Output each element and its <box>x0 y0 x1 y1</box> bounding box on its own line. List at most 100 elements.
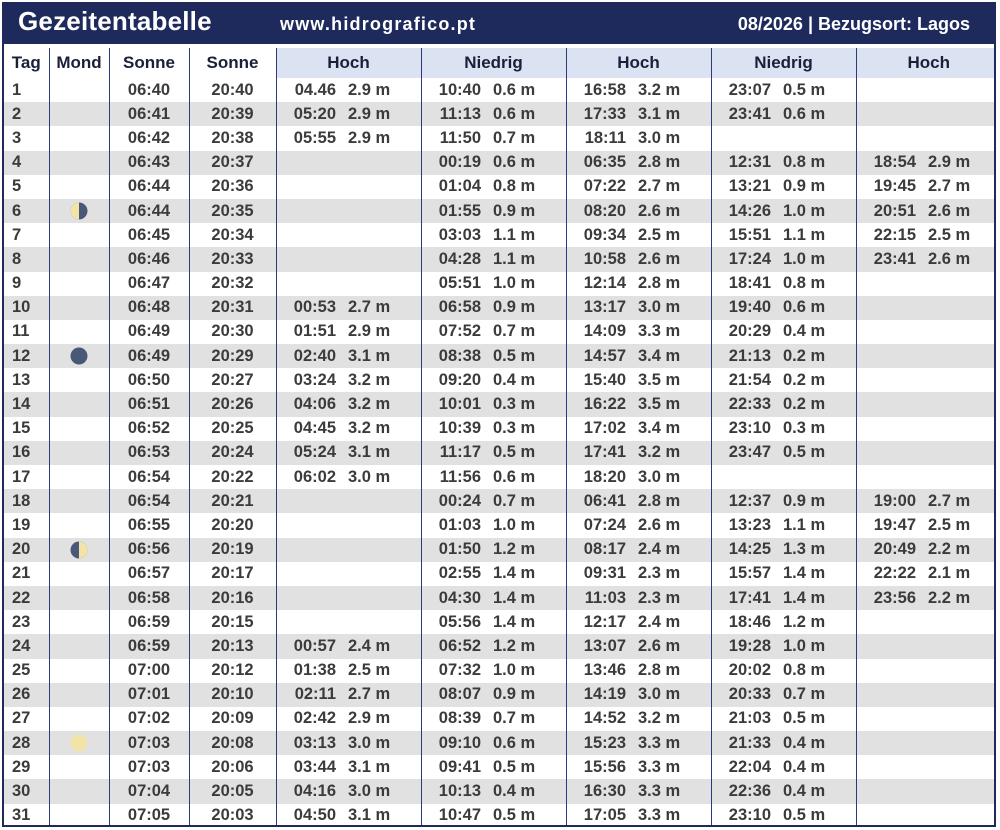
high-1-height-cell: 2.9 m <box>348 709 391 728</box>
header-low-2: Niedrig <box>710 48 856 78</box>
low-1-height-cell: 0.5 m <box>489 344 566 369</box>
high-3-time-cell: 20:51 <box>855 198 924 224</box>
high-2-time-cell: 10:58 <box>565 247 634 272</box>
low-2-height-cell: 0.4 m <box>783 757 826 776</box>
high-3-time-cell <box>855 440 924 465</box>
table-row: 10 06:48 20:31 00:53 2.7 m 06:58 0.9 m 13:17 3.0… <box>4 295 994 320</box>
low-2-height-cell: 0.7 m <box>779 682 856 707</box>
sunset-cell: 20:05 <box>188 779 276 804</box>
high-3-time-cell <box>855 465 924 490</box>
sunrise-cell: 06:51 <box>108 392 189 417</box>
low-1-height-cell: 0.6 m <box>489 102 566 127</box>
low-2-time-cell: 18:41 <box>710 271 779 296</box>
low-1-time-cell: 11:50 <box>420 126 489 151</box>
low-1-height-cell: 0.9 m <box>489 295 566 320</box>
low-1-time-cell: 10:01 <box>420 392 489 417</box>
low-1-time-cell: 00:24 <box>420 489 489 514</box>
day-cell: 8 <box>4 247 49 272</box>
sunset-cell: 20:37 <box>188 150 276 175</box>
high-1-height-cell <box>344 489 421 514</box>
table-row: 7 06:45 20:34 03:03 1.1 m 09:34 2.5 m 15:51 1.1 … <box>4 223 994 248</box>
high-1-height-cell <box>344 150 421 175</box>
high-2-time-cell: 15:56 <box>565 755 634 780</box>
low-2-time-cell: 17:24 <box>710 247 779 272</box>
moon-cell <box>48 731 109 756</box>
table-row: 19 06:55 20:20 01:03 1.0 m 07:24 2.6 m 13:23 1.1… <box>4 513 994 538</box>
low-2-time-cell: 19:40 <box>710 295 779 320</box>
table-row: 14 06:51 20:26 04:06 3.2 m 10:01 0.3 m 16:22 3.5… <box>4 392 994 417</box>
table-row: 9 06:47 20:32 05:51 1.0 m 12:14 2.8 m 18:41 0.8 … <box>4 271 994 296</box>
high-2-time-cell: 12:17 <box>565 610 634 635</box>
day-cell: 6 <box>4 198 49 224</box>
high-2-time-cell: 13:46 <box>565 658 634 683</box>
table-row: 22 06:58 20:16 04:30 1.4 m 11:03 2.3 m 17:41 1.4… <box>4 585 994 611</box>
low-1-time-cell: 05:56 <box>420 610 489 635</box>
table-row: 31 07:05 20:03 04:50 3.1 m 10:47 0.5 m 17:05 3.3… <box>4 803 994 825</box>
sunset-cell: 20:39 <box>188 102 276 127</box>
high-2-height-cell: 2.6 m <box>638 515 681 534</box>
high-3-time-cell <box>855 271 924 296</box>
low-1-time-cell: 01:55 <box>420 198 489 224</box>
high-3-time-cell: 19:47 <box>855 513 924 538</box>
header-high-2: Hoch <box>565 48 711 78</box>
high-3-height-cell <box>924 126 994 150</box>
low-1-time-cell: 10:13 <box>420 779 489 804</box>
low-1-time-cell: 04:28 <box>420 247 489 272</box>
high-2-time-cell: 08:20 <box>565 198 634 224</box>
high-3-height-cell <box>924 295 994 320</box>
sunrise-cell: 06:48 <box>108 295 189 320</box>
high-3-time-cell: 22:15 <box>855 223 924 248</box>
high-2-time-cell: 11:03 <box>565 585 634 611</box>
sunset-cell: 20:03 <box>188 803 276 825</box>
low-2-time-cell: 22:36 <box>710 779 779 804</box>
high-1-time-cell <box>275 585 344 611</box>
sunrise-cell: 07:01 <box>108 682 189 707</box>
sunrise-cell: 07:04 <box>108 779 189 804</box>
day-cell: 15 <box>12 419 31 438</box>
high-2-time-cell: 08:17 <box>565 537 634 562</box>
table-row: 27 07:02 20:09 02:42 2.9 m 08:39 0.7 m 14:52 3.2… <box>4 706 994 732</box>
website-link[interactable]: www.hidrografico.pt <box>280 14 476 35</box>
high-1-time-cell: 00:53 <box>275 295 344 320</box>
low-1-time-cell: 01:03 <box>420 513 489 538</box>
table-row: 6 06:44 20:35 01:55 0.9 m 08:20 2.6 m 14:26 1.0 … <box>4 198 994 224</box>
low-2-time-cell: 19:28 <box>710 634 779 659</box>
high-1-time-cell <box>275 610 344 635</box>
low-1-height-cell: 1.0 m <box>493 661 536 680</box>
high-2-height-cell: 2.6 m <box>634 247 711 272</box>
low-1-time-cell: 06:52 <box>420 634 489 659</box>
low-2-height-cell <box>779 465 856 489</box>
table-row: 18 06:54 20:21 00:24 0.7 m 06:41 2.8 m 12:37 0.9… <box>4 489 994 514</box>
sunrise-cell: 06:47 <box>108 271 189 296</box>
sunset-cell: 20:29 <box>188 344 276 369</box>
sunset-cell: 20:33 <box>188 247 276 272</box>
high-1-height-cell: 3.1 m <box>348 806 391 825</box>
low-1-time-cell: 05:51 <box>420 271 489 296</box>
high-2-height-cell: 2.6 m <box>634 634 711 659</box>
high-1-height-cell: 2.7 m <box>344 682 421 707</box>
low-1-height-cell: 0.6 m <box>493 467 536 486</box>
day-cell: 28 <box>4 731 49 756</box>
low-1-height-cell: 0.3 m <box>493 419 536 438</box>
high-1-time-cell: 04:16 <box>275 779 344 804</box>
high-3-time-cell <box>855 78 924 103</box>
day-cell: 5 <box>12 177 22 196</box>
sunrise-cell: 06:41 <box>108 102 189 127</box>
table-row: 28 07:03 20:08 03:13 3.0 m 09:10 0.6 m 15:23 3.3… <box>4 731 994 756</box>
high-3-height-cell <box>924 392 994 417</box>
table-row: 29 07:03 20:06 03:44 3.1 m 09:41 0.5 m 15:56 3.3… <box>4 755 994 780</box>
low-2-time-cell: 15:57 <box>710 561 779 586</box>
low-1-time-cell: 08:07 <box>420 682 489 707</box>
high-1-height-cell <box>344 537 421 562</box>
low-2-time-cell: 14:25 <box>710 537 779 562</box>
day-cell: 9 <box>12 274 22 293</box>
header-high-1: Hoch <box>275 48 421 78</box>
low-1-height-cell: 0.5 m <box>489 440 566 465</box>
high-2-height-cell: 2.8 m <box>638 661 681 680</box>
low-2-time-cell: 20:29 <box>710 319 779 345</box>
high-1-time-cell <box>275 223 344 248</box>
low-2-height-cell: 0.9 m <box>779 489 856 514</box>
high-2-time-cell: 12:14 <box>565 271 634 296</box>
table-row: 4 06:43 20:37 00:19 0.6 m 06:35 2.8 m 12:31 0.8 … <box>4 150 994 175</box>
high-2-height-cell: 2.4 m <box>638 612 681 631</box>
